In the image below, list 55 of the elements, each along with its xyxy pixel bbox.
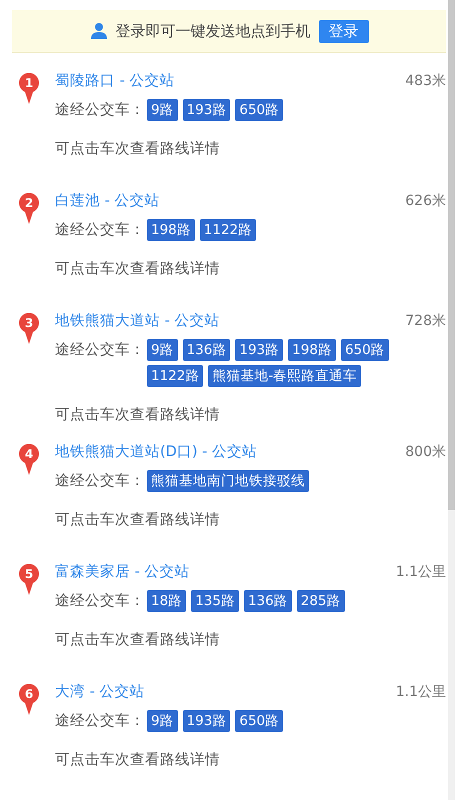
bus-route-tag[interactable]: 135路 bbox=[191, 590, 239, 612]
pin-number: 1 bbox=[24, 76, 34, 90]
hint-text: 可点击车次查看路线详情 bbox=[55, 510, 221, 529]
bus-route-tag[interactable]: 650路 bbox=[235, 99, 284, 121]
login-message: 登录即可一键发送地点到手机 bbox=[116, 22, 310, 40]
scroll-thumb[interactable] bbox=[448, 0, 455, 510]
bus-route-tag[interactable]: 285路 bbox=[296, 590, 345, 612]
bus-route-tag[interactable]: 198路 bbox=[147, 219, 195, 241]
buses-label: 途经公交车： bbox=[55, 340, 145, 360]
bus-route-tag[interactable]: 193路 bbox=[182, 99, 230, 121]
bus-route-tag[interactable]: 650路 bbox=[340, 339, 389, 361]
station-link[interactable]: 富森美家居 - 公交站 bbox=[55, 562, 190, 581]
bus-route-tag[interactable]: 193路 bbox=[235, 339, 284, 361]
hint-text: 可点击车次查看路线详情 bbox=[55, 630, 221, 649]
distance: 626米 bbox=[405, 192, 446, 210]
hint-text: 可点击车次查看路线详情 bbox=[55, 260, 221, 278]
buses-label: 途经公交车： bbox=[55, 592, 145, 611]
station-link[interactable]: 大湾 - 公交站 bbox=[55, 682, 144, 701]
buses-label: 途经公交车： bbox=[55, 220, 145, 240]
distance: 1.1公里 bbox=[396, 562, 446, 580]
distance: 728米 bbox=[405, 312, 446, 330]
station-link[interactable]: 白莲池 - 公交站 bbox=[55, 191, 160, 210]
bus-route-tag[interactable]: 9路 bbox=[147, 339, 178, 361]
bus-route-tag[interactable]: 198路 bbox=[288, 339, 336, 361]
station-link[interactable]: 蜀陵路口 - 公交站 bbox=[55, 71, 174, 90]
bus-route-tag[interactable]: 1122路 bbox=[200, 219, 256, 241]
bus-route-tag[interactable]: 650路 bbox=[235, 710, 284, 732]
bus-route-tag[interactable]: 9路 bbox=[147, 99, 178, 121]
login-button[interactable]: 登录 bbox=[318, 20, 368, 42]
station-link[interactable]: 地铁熊猫大道站(D口) - 公交站 bbox=[55, 442, 257, 461]
bus-route-tag[interactable]: 18路 bbox=[147, 590, 186, 612]
distance: 800米 bbox=[405, 442, 446, 460]
pin-number: 2 bbox=[24, 196, 34, 210]
pin-number: 6 bbox=[24, 687, 34, 701]
bus-route-tag[interactable]: 熊猫基地南门地铁接驳线 bbox=[147, 470, 309, 492]
station-link[interactable]: 地铁熊猫大道站 - 公交站 bbox=[55, 311, 220, 330]
distance: 1.1公里 bbox=[396, 682, 446, 700]
pin-number: 3 bbox=[24, 316, 34, 330]
pin-number: 5 bbox=[24, 567, 34, 581]
hint-text: 可点击车次查看路线详情 bbox=[55, 406, 221, 424]
pin-number: 4 bbox=[24, 447, 34, 461]
distance: 483米 bbox=[405, 72, 446, 90]
buses-label: 途经公交车： bbox=[55, 712, 145, 731]
bus-route-tag[interactable]: 136路 bbox=[244, 590, 292, 612]
bus-route-tag[interactable]: 熊猫基地-春熙路直通车 bbox=[208, 365, 362, 387]
buses-label: 途经公交车： bbox=[55, 100, 145, 120]
scrollbar[interactable] bbox=[448, 0, 455, 800]
bus-route-tag[interactable]: 136路 bbox=[182, 339, 230, 361]
hint-text: 可点击车次查看路线详情 bbox=[55, 750, 221, 769]
bus-route-tag[interactable]: 9路 bbox=[147, 710, 178, 732]
buses-label: 途经公交车： bbox=[55, 472, 145, 491]
hint-text: 可点击车次查看路线详情 bbox=[55, 140, 221, 158]
user-icon bbox=[90, 22, 108, 40]
bus-route-tag[interactable]: 193路 bbox=[182, 710, 230, 732]
bus-route-tag[interactable]: 1122路 bbox=[147, 365, 204, 387]
